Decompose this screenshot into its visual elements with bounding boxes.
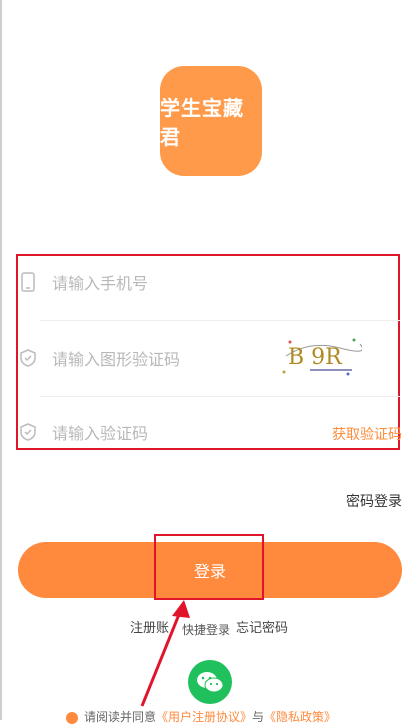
divider <box>40 396 400 397</box>
user-agreement-link[interactable]: 《用户注册协议》 <box>156 710 252 724</box>
phone-input[interactable]: 请输入手机号 <box>52 270 398 294</box>
shield-icon <box>18 422 38 442</box>
shield-icon <box>18 348 38 368</box>
privacy-policy-link[interactable]: 《隐私政策》 <box>264 710 336 724</box>
phone-icon <box>18 272 38 292</box>
agreement: 请阅读并同意《用户注册协议》与《隐私政策》 <box>66 708 336 725</box>
register-link[interactable]: 注册账 <box>130 617 169 636</box>
app-logo-text: 学生宝藏君 <box>160 96 244 149</box>
forgot-password-link[interactable]: 忘记密码 <box>236 617 288 636</box>
agree-checkbox[interactable] <box>66 711 78 724</box>
agreement-and: 与 <box>252 710 265 724</box>
captcha-image[interactable]: B 9R <box>280 336 363 376</box>
login-button-highlight <box>154 534 264 600</box>
quick-login-tooltip: 快捷登录 <box>182 623 231 637</box>
wechat-icon <box>197 672 224 693</box>
agreement-prefix: 请阅读并同意 <box>84 710 157 724</box>
screen-edge <box>0 0 2 720</box>
get-code-button[interactable]: 获取验证码 <box>332 424 402 444</box>
phone-row[interactable]: 请输入手机号 <box>18 252 398 312</box>
captcha-text: B 9R <box>288 345 343 370</box>
divider <box>40 320 400 321</box>
password-login-link[interactable]: 密码登录 <box>346 491 402 511</box>
wechat-login-button[interactable] <box>188 660 232 704</box>
app-logo: 学生宝藏君 <box>160 66 262 176</box>
